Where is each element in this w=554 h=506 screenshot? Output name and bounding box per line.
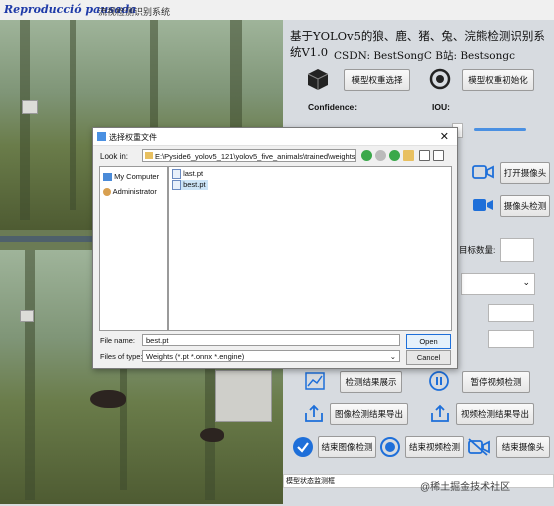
model-init-button[interactable]: 模型权重初始化 [462,69,534,91]
cube-icon [307,69,329,90]
iou-label: IOU: [432,102,450,112]
dialog-title: 选择权重文件 [109,133,157,142]
chevron-down-icon: ⌄ [522,277,530,287]
stop-icon [380,437,400,457]
end-camera-button[interactable]: 结束摄像头 [496,436,550,458]
wild-boar-2 [200,428,224,442]
target-select[interactable]: ⌄ [461,273,535,295]
confidence-label: Confidence: [308,102,358,112]
file-dialog: 选择权重文件 ✕ Look in: E:\Pyside6_yolov5_121\… [92,127,458,369]
close-icon[interactable]: ✕ [440,130,449,143]
folder-icon [145,152,153,159]
feeder-box [215,370,272,422]
file-icon [172,180,181,191]
up-icon[interactable] [389,150,400,161]
look-in-label: Look in: [100,152,129,161]
check-icon [293,437,313,457]
sidebar-item-label: My Computer [114,172,160,181]
open-button[interactable]: Open [406,334,451,349]
new-folder-icon[interactable] [403,150,414,161]
author-info: CSDN: BestSongC B站: Bestsongc [334,50,515,62]
list-view-icon[interactable] [419,150,430,161]
status-box: 模型状态监测框 [283,474,554,488]
pause-icon [429,371,449,391]
export-video-icon [431,404,449,422]
model-select-button[interactable]: 模型权重选择 [344,69,410,91]
sidebar-item-label: Administrator [112,187,157,196]
chevron-down-icon: ⌄ [389,352,396,361]
window-title: 流视检测识别系统 [98,7,171,17]
user-icon [103,188,111,197]
open-camera-button[interactable]: 打开摄像头 [500,162,550,184]
end-image-button[interactable]: 结束图像检测 [318,436,376,458]
file-list: last.pt best.pt [168,166,452,331]
confidence-result-box [488,330,534,348]
iou-slider[interactable] [474,128,526,131]
sidebar-item-my-computer[interactable]: My Computer [103,172,160,182]
look-in-combo[interactable]: E:\Pyside6_yolov5_121\yolov5_five_animal… [142,149,356,162]
site-watermark: @稀土掘金技术社区 [420,482,511,493]
wild-boar [90,390,126,408]
file-type-value: Weights (*.pt *.onnx *.engine) [146,352,245,361]
trail-camera-sign [22,100,38,114]
show-results-button[interactable]: 检测结果展示 [340,371,402,393]
target-icon [429,68,451,90]
file-name-input[interactable]: best.pt [142,334,400,346]
file-name: last.pt [183,169,204,178]
export-video-button[interactable]: 视频检测结果导出 [456,403,534,425]
camera-off-icon [468,438,490,456]
camera-filled-icon [473,199,493,211]
title-bar: Reproducció pausada 流视检测识别系统 [0,0,554,21]
export-image-button[interactable]: 图像检测结果导出 [330,403,408,425]
target-count-box [500,238,534,262]
file-type-label: Files of type: [100,352,143,361]
file-name-label: File name: [100,336,136,345]
cancel-button[interactable]: Cancel [406,350,451,365]
file-name: best.pt [183,180,206,189]
pause-video-button[interactable]: 暂停视频检测 [462,371,530,393]
sidebar-item-administrator[interactable]: Administrator [103,187,157,197]
detail-view-icon[interactable] [433,150,444,161]
chart-icon [305,372,325,390]
camera-detect-button[interactable]: 摄像头检测 [500,195,550,217]
look-in-path: E:\Pyside6_yolov5_121\yolov5_five_animal… [155,152,356,161]
camera-outline-icon [472,165,494,179]
app-icon [97,132,106,141]
target-count-label: 目标数量: [459,245,496,255]
end-video-button[interactable]: 结束视频检测 [405,436,464,458]
trail-camera-sign-2 [20,310,34,322]
file-type-select[interactable]: Weights (*.pt *.onnx *.engine) ⌄ [142,350,400,362]
back-icon[interactable] [361,150,372,161]
computer-icon [103,173,112,182]
file-item-selected[interactable]: best.pt [172,180,208,191]
type-result-box [488,304,534,322]
file-icon [172,169,181,180]
file-item[interactable]: last.pt [172,169,204,180]
dialog-title-bar: 选择权重文件 ✕ [93,128,457,146]
sidebar: My Computer Administrator [99,166,168,331]
export-image-icon [305,404,323,422]
forward-icon[interactable] [375,150,386,161]
